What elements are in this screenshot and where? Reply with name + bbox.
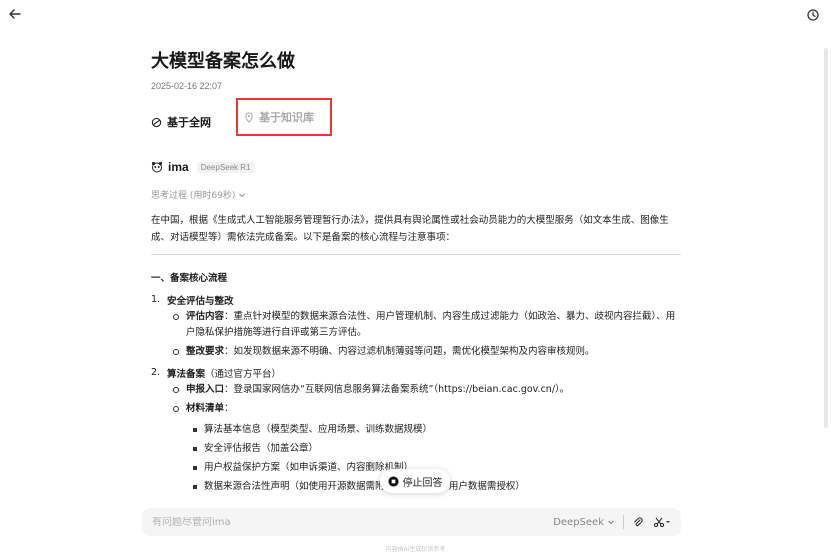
separator — [623, 515, 624, 529]
thinking-label: 思考过程 (用时69秒) — [151, 191, 236, 201]
chat-input-bar: DeepSeek — [142, 508, 681, 536]
stop-icon — [387, 475, 399, 487]
material-item: 安全评估报告（加盖公章） — [151, 439, 681, 458]
list-item: 2. 算法备案 （通过官方平台） — [151, 367, 282, 380]
source-tabs: 基于全网 基于知识库 — [151, 98, 332, 136]
paperclip-icon — [634, 517, 643, 527]
panda-icon — [151, 161, 163, 173]
tab-knowledge-base-label: 基于知识库 — [259, 111, 314, 124]
tab-knowledge-base[interactable]: 基于知识库 — [236, 98, 332, 136]
page-title: 大模型备案怎么做 — [151, 51, 295, 72]
chevron-down-icon — [608, 520, 614, 525]
model-name: ima — [168, 160, 189, 174]
attach-button[interactable] — [632, 516, 643, 528]
scissors-icon — [653, 517, 665, 528]
stop-answer-button[interactable]: 停止回答 — [380, 469, 450, 493]
tab-web[interactable]: 基于全网 — [151, 114, 211, 130]
intro-paragraph: 在中国，根据《生成式人工智能服务管理暂行办法》，提供具有舆论属性或社会动员能力的… — [151, 215, 669, 243]
chat-input[interactable] — [142, 516, 554, 528]
model-select[interactable]: DeepSeek — [553, 517, 615, 528]
tools-button[interactable] — [653, 516, 671, 528]
scrollbar[interactable] — [824, 48, 828, 428]
caret-down-icon — [666, 521, 670, 523]
stop-answer-label: 停止回答 — [402, 477, 443, 489]
globe-icon — [151, 117, 162, 127]
thinking-toggle[interactable]: 思考过程 (用时69秒) — [151, 188, 246, 201]
refresh-icon[interactable] — [806, 8, 822, 24]
sub-item: 材料清单： — [151, 401, 681, 417]
footer-disclaimer: 内容由AI生成仅供参考 — [385, 546, 446, 553]
divider — [151, 254, 681, 255]
sub-item: 申报入口：登录国家网信办“互联网信息服务算法备案系统”（https://beia… — [151, 382, 681, 398]
tab-web-label: 基于全网 — [167, 116, 211, 129]
section-heading: 一、备案核心流程 — [151, 273, 228, 284]
sub-item: 整改要求：如发现数据来源不明确、内容过滤机制薄弱等问题，需优化模型架构及内容审核… — [151, 344, 681, 360]
model-header: ima DeepSeek R1 — [151, 160, 255, 174]
material-item: 算法基本信息（模型类型、应用场景、训练数据规模） — [151, 420, 681, 439]
model-select-label: DeepSeek — [553, 516, 604, 528]
list-item: 1. 安全评估与整改 — [151, 294, 234, 307]
model-tag: DeepSeek R1 — [196, 161, 255, 173]
chevron-down-icon — [239, 193, 246, 197]
location-pin-icon — [245, 111, 253, 123]
timestamp: 2025-02-16 22:07 — [151, 81, 223, 91]
back-arrow-icon[interactable] — [8, 7, 24, 23]
sub-item: 评估内容：重点针对模型的数据来源合法性、用户管理机制、内容生成过滤能力（如政治、… — [151, 309, 681, 341]
answer-content: 在中国，根据《生成式人工智能服务管理暂行办法》，提供具有舆论属性或社会动员能力的… — [151, 212, 681, 496]
